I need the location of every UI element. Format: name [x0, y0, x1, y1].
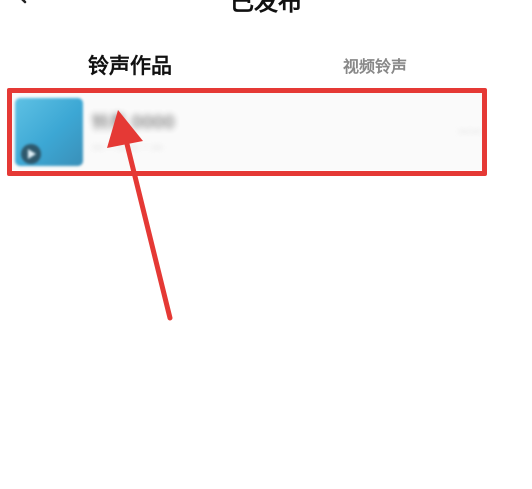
- item-meta: — · —— · —: [92, 140, 163, 154]
- tab-ringtone-works[interactable]: 铃声作品: [88, 50, 172, 80]
- tab-video-ringtones[interactable]: 视频铃声: [343, 53, 407, 77]
- app-screen: 已发布 铃声作品 视频铃声 铃声 0000 — · —— · — ——: [0, 0, 532, 489]
- page-title: 已发布: [230, 0, 302, 16]
- item-thumbnail[interactable]: [15, 98, 83, 166]
- list-item[interactable]: 铃声 0000 — · —— · — ——: [7, 88, 482, 170]
- top-navigation-bar: 已发布: [0, 0, 532, 16]
- tab-bar: 铃声作品 视频铃声: [0, 40, 532, 85]
- item-side-info: ——: [458, 124, 482, 138]
- item-title: 铃声 0000: [92, 113, 175, 133]
- play-icon[interactable]: [21, 144, 41, 164]
